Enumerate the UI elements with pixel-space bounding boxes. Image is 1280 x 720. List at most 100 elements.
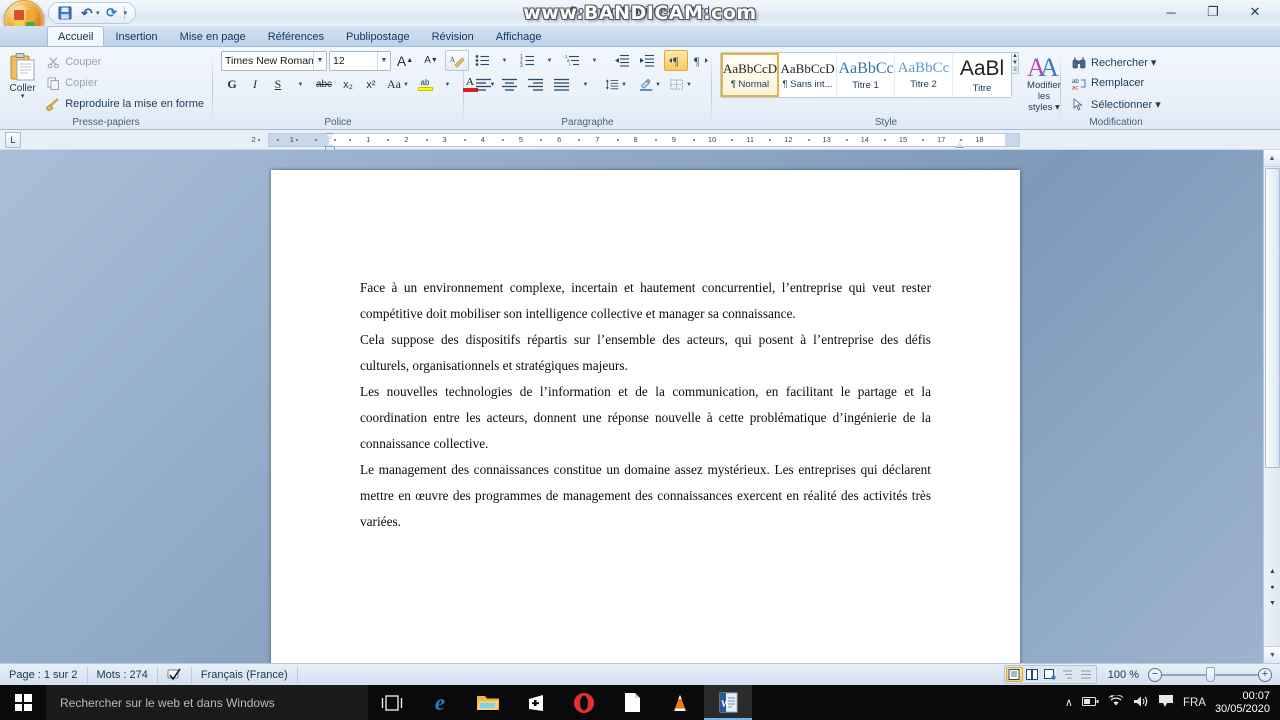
scroll-down-button[interactable]: ▼ [1264, 646, 1280, 663]
taskbar-icon-document[interactable] [608, 685, 656, 720]
taskbar-icon-edge[interactable]: e [416, 685, 464, 720]
italic-button[interactable]: I [244, 74, 266, 95]
taskbar-icon-word[interactable]: W [704, 685, 752, 720]
zoom-track[interactable] [1162, 666, 1258, 682]
outline-view-button[interactable] [1060, 667, 1077, 682]
save-button[interactable] [55, 4, 75, 22]
tab-stop-selector[interactable]: L [5, 132, 21, 148]
full-screen-reading-button[interactable] [1024, 667, 1041, 682]
network-icon[interactable] [1108, 694, 1124, 710]
tab-mise-en-page[interactable]: Mise en page [169, 26, 257, 46]
redo-button[interactable]: ⟳ [102, 4, 122, 22]
style-titre-1[interactable]: AaBbCс Titre 1 [837, 53, 895, 97]
text-highlight-button[interactable]: ab [414, 74, 436, 95]
shading-button[interactable]: ▼ [636, 74, 664, 95]
rtl-text-direction-button[interactable]: ¶ [689, 50, 713, 71]
previous-page-button[interactable]: ▲ [1265, 563, 1280, 579]
align-right-button[interactable] [523, 74, 548, 95]
taskbar-icon-file-explorer[interactable] [464, 685, 512, 720]
highlight-dropdown[interactable]: ▼ [437, 74, 458, 95]
borders-button[interactable]: ▼ [667, 74, 695, 95]
paste-button[interactable]: Coller ▾ [4, 50, 41, 100]
cut-button[interactable]: Couper [41, 52, 208, 72]
style-titre[interactable]: AaBl Titre [953, 53, 1011, 97]
bullets-button[interactable] [471, 50, 493, 71]
strikethrough-button[interactable]: abc [312, 74, 336, 95]
start-button[interactable] [0, 685, 46, 720]
action-center-icon[interactable] [1158, 694, 1174, 711]
tab-references[interactable]: Références [257, 26, 335, 46]
paste-dropdown-caret[interactable]: ▾ [21, 93, 25, 100]
task-view-button[interactable] [368, 685, 416, 720]
taskbar-icon-store[interactable] [512, 685, 560, 720]
replace-button[interactable]: ab ac Remplacer [1067, 73, 1148, 93]
change-case-button[interactable]: Aa ▼ [383, 74, 413, 95]
change-styles-button[interactable]: A A Modifier les styles ▾ [1027, 52, 1061, 113]
undo-dropdown[interactable]: ▾ [96, 9, 100, 17]
underline-dropdown[interactable]: ▼ [290, 74, 311, 95]
customize-qat-button[interactable]: ▾ [124, 9, 128, 17]
decrease-indent-button[interactable] [610, 50, 634, 71]
find-button[interactable]: Rechercher ▾ [1067, 52, 1160, 72]
gallery-scroll-up-button[interactable]: ▲ [1012, 53, 1018, 60]
taskbar-icon-opera[interactable] [560, 685, 608, 720]
increase-indent-button[interactable] [635, 50, 659, 71]
chevron-down-icon[interactable]: ▼ [377, 51, 390, 70]
close-button[interactable]: ✕ [1234, 0, 1276, 24]
multilevel-list-button[interactable]: 1ai [561, 50, 583, 71]
multilevel-dropdown[interactable]: ▼ [584, 50, 605, 71]
tab-affichage[interactable]: Affichage [485, 26, 553, 46]
document-page[interactable]: Face à un environnement complexe, incert… [271, 170, 1020, 663]
scrollbar-thumb[interactable] [1265, 168, 1280, 468]
chevron-down-icon[interactable]: ▼ [313, 51, 326, 70]
style-titre-2[interactable]: AaBbCc Titre 2 [895, 53, 953, 97]
page-indicator[interactable]: Page : 1 sur 2 [0, 666, 88, 683]
volume-icon[interactable] [1133, 695, 1149, 711]
proofing-status[interactable] [158, 666, 192, 683]
bullets-dropdown[interactable]: ▼ [494, 50, 515, 71]
web-layout-view-button[interactable] [1042, 667, 1059, 682]
gallery-scroll-down-button[interactable]: ▼ [1012, 60, 1018, 67]
undo-button[interactable]: ↶ [77, 4, 97, 22]
zoom-level[interactable]: 100 % [1100, 669, 1145, 681]
select-browse-object-button[interactable]: ● [1265, 579, 1280, 595]
taskbar-search-box[interactable]: Rechercher sur le web et dans Windows [46, 685, 368, 720]
copy-button[interactable]: Copier [41, 73, 208, 93]
numbering-button[interactable]: 123 [516, 50, 538, 71]
scroll-up-button[interactable]: ▲ [1264, 150, 1280, 167]
justify-button[interactable] [549, 74, 574, 95]
vertical-scrollbar[interactable]: ▲ ▲ ● ▼ ▼ [1263, 150, 1280, 663]
style-normal[interactable]: AaBbCcDc ¶ Normal [721, 53, 779, 97]
document-body-text[interactable]: Face à un environnement complexe, incert… [360, 275, 931, 535]
justify-dropdown[interactable]: ▼ [575, 74, 596, 95]
subscript-button[interactable]: x₂ [337, 74, 359, 95]
grow-font-button[interactable]: A ▲ [393, 50, 417, 71]
next-page-button[interactable]: ▼ [1265, 595, 1280, 611]
line-spacing-button[interactable]: ▼ [602, 74, 630, 95]
tab-accueil[interactable]: Accueil [47, 26, 105, 46]
show-hidden-icons-button[interactable]: ∧ [1065, 696, 1073, 709]
taskbar-clock[interactable]: 00:07 30/05/2020 [1215, 690, 1274, 716]
underline-button[interactable]: S [267, 74, 289, 95]
draft-view-button[interactable] [1078, 667, 1095, 682]
superscript-button[interactable]: x² [360, 74, 382, 95]
bold-button[interactable]: G [221, 74, 243, 95]
minimize-button[interactable]: ─ [1150, 0, 1192, 24]
select-button[interactable]: Sélectionner ▾ [1067, 94, 1165, 114]
font-size-combo[interactable]: 12 ▼ [329, 50, 391, 71]
style-sans-interligne[interactable]: AaBbCcDc ¶ Sans int... [779, 53, 837, 97]
zoom-out-button[interactable]: − [1148, 667, 1162, 682]
font-name-combo[interactable]: Times New Roman ( ▼ [221, 50, 327, 71]
tab-publipostage[interactable]: Publipostage [335, 26, 421, 46]
print-layout-view-button[interactable] [1005, 667, 1023, 682]
taskbar-icon-vlc[interactable] [656, 685, 704, 720]
gallery-more-button[interactable]: ≡ [1012, 67, 1018, 73]
tab-insertion[interactable]: Insertion [104, 26, 168, 46]
zoom-slider[interactable]: − + [1148, 666, 1272, 682]
tab-revision[interactable]: Révision [421, 26, 485, 46]
word-count[interactable]: Mots : 274 [88, 666, 158, 683]
zoom-slider-handle[interactable] [1206, 666, 1215, 682]
zoom-in-button[interactable]: + [1258, 667, 1272, 682]
shrink-font-button[interactable]: A ▼ [419, 50, 443, 71]
language-indicator[interactable]: Français (France) [192, 666, 298, 683]
